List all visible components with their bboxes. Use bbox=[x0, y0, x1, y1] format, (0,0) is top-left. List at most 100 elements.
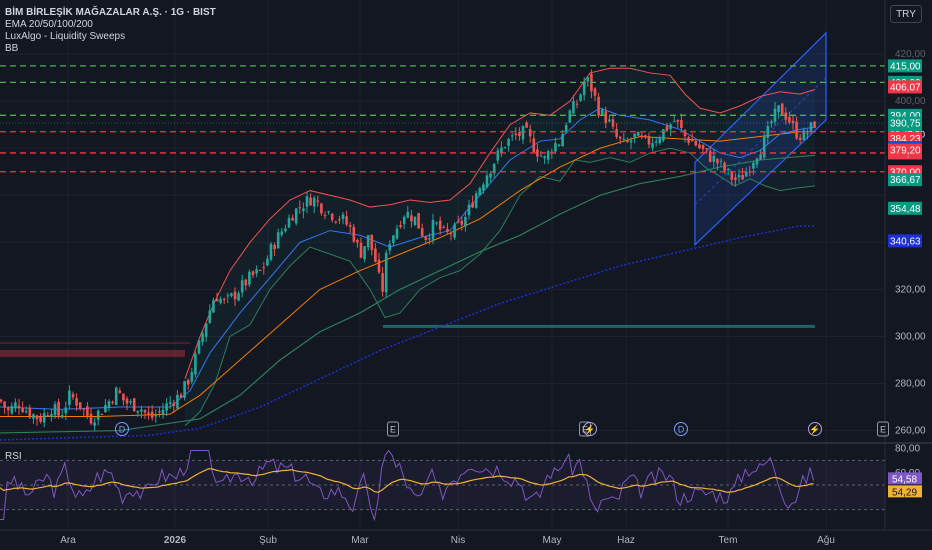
candle-body bbox=[237, 293, 240, 301]
candle-body bbox=[788, 117, 791, 123]
candle-body bbox=[158, 411, 161, 413]
currency-button[interactable]: TRY bbox=[890, 5, 922, 23]
candle-body bbox=[359, 242, 363, 258]
candle-body bbox=[435, 222, 438, 224]
candle-body bbox=[568, 110, 572, 123]
rsi-legend[interactable]: RSI bbox=[5, 451, 22, 462]
candle-body bbox=[35, 415, 39, 420]
time-axis-label: Ağu bbox=[817, 535, 835, 546]
candle-body bbox=[280, 231, 284, 235]
candle-body bbox=[705, 148, 708, 150]
candle-body bbox=[150, 411, 154, 418]
candle-body bbox=[10, 405, 14, 414]
candle-body bbox=[248, 271, 251, 285]
event-marker-label: E bbox=[390, 425, 396, 435]
candle-body bbox=[114, 387, 118, 406]
candle-body bbox=[255, 269, 258, 274]
candle-body bbox=[557, 144, 561, 146]
event-marker[interactable]: ⚡ bbox=[808, 422, 822, 436]
candle-body bbox=[474, 193, 478, 208]
time-axis-label: Haz bbox=[617, 535, 635, 546]
time-axis-label: Mar bbox=[351, 535, 369, 546]
candle-body bbox=[78, 402, 82, 409]
candle-body bbox=[168, 402, 172, 404]
candle-body bbox=[100, 414, 104, 416]
candle-body bbox=[521, 125, 525, 140]
legend-bb[interactable]: BB bbox=[5, 43, 216, 55]
symbol-title[interactable]: BİM BİRLEŞİK MAĞAZALAR A.Ş. · 1G · BIST bbox=[5, 7, 216, 19]
candle-body bbox=[759, 154, 762, 160]
candle-body bbox=[726, 168, 730, 170]
candle-body bbox=[104, 404, 107, 412]
candle-body bbox=[233, 291, 237, 300]
candle-body bbox=[226, 295, 230, 297]
candle-body bbox=[514, 133, 518, 136]
price-badge: 366,67 bbox=[890, 175, 921, 186]
candle-body bbox=[197, 340, 201, 354]
candle-body bbox=[107, 401, 111, 409]
legend-ema[interactable]: EMA 20/50/100/200 bbox=[5, 19, 216, 31]
candle-body bbox=[179, 394, 183, 398]
candle-body bbox=[644, 135, 647, 137]
candle-body bbox=[395, 228, 399, 239]
candle-body bbox=[132, 398, 136, 412]
candle-body bbox=[176, 394, 179, 409]
candle-body bbox=[219, 298, 222, 303]
time-axis-label: May bbox=[543, 535, 562, 546]
price-axis-label: 420,00 bbox=[895, 49, 926, 60]
candle-body bbox=[154, 414, 158, 417]
candle-body bbox=[449, 233, 453, 235]
chart-legend: BİM BİRLEŞİK MAĞAZALAR A.Ş. · 1G · BIST … bbox=[5, 7, 216, 55]
candle-body bbox=[636, 132, 640, 136]
candle-body bbox=[485, 175, 489, 188]
candle-body bbox=[496, 150, 500, 161]
candle-body bbox=[71, 393, 75, 398]
candle-body bbox=[762, 136, 766, 158]
candle-body bbox=[136, 410, 140, 413]
event-marker-label: E bbox=[880, 425, 886, 435]
legend-liquidity-sweeps[interactable]: LuxAlgo - Liquidity Sweeps bbox=[5, 31, 216, 43]
candle-body bbox=[615, 128, 618, 138]
event-marker-label: D bbox=[678, 425, 685, 435]
candle-body bbox=[428, 238, 431, 240]
candle-body bbox=[93, 422, 96, 426]
candle-body bbox=[356, 240, 359, 243]
candle-body bbox=[96, 410, 100, 420]
candle-body bbox=[510, 135, 514, 137]
price-badge: 406,07 bbox=[890, 82, 921, 93]
candle-body bbox=[122, 393, 125, 401]
candle-body bbox=[456, 221, 460, 223]
candle-body bbox=[323, 215, 327, 217]
candle-body bbox=[564, 124, 568, 132]
candle-body bbox=[161, 409, 165, 415]
candle-body bbox=[276, 232, 280, 249]
event-marker-label: D bbox=[119, 425, 126, 435]
candle-body bbox=[284, 228, 287, 232]
candle-body bbox=[543, 156, 546, 159]
chart-canvas[interactable]: 260,00 280,00 300,00 320,00 420,00 400,00 415,… bbox=[0, 0, 932, 550]
candle-body bbox=[446, 228, 449, 232]
candle-body bbox=[240, 280, 244, 293]
event-marker[interactable]: ⚡ bbox=[583, 422, 597, 436]
candle-body bbox=[269, 243, 273, 260]
candle-body bbox=[266, 258, 269, 266]
candle-body bbox=[244, 279, 248, 286]
candle-body bbox=[669, 124, 672, 130]
liquidity-zone-red-2 bbox=[0, 341, 190, 344]
candle-body bbox=[654, 141, 658, 143]
candle-body bbox=[46, 415, 50, 417]
price-badge: 379,20 bbox=[890, 146, 921, 157]
candle-body bbox=[287, 217, 291, 228]
candle-body bbox=[82, 408, 86, 410]
price-badge: 340,63 bbox=[890, 236, 921, 247]
candle-body bbox=[489, 173, 492, 178]
candle-body bbox=[460, 220, 464, 225]
candle-body bbox=[676, 119, 680, 122]
candle-body bbox=[32, 414, 35, 419]
candle-body bbox=[3, 401, 6, 408]
candle-body bbox=[388, 243, 392, 251]
candle-body bbox=[363, 246, 366, 260]
candle-body bbox=[687, 137, 690, 143]
candle-body bbox=[438, 220, 442, 230]
candle-body bbox=[60, 415, 64, 418]
